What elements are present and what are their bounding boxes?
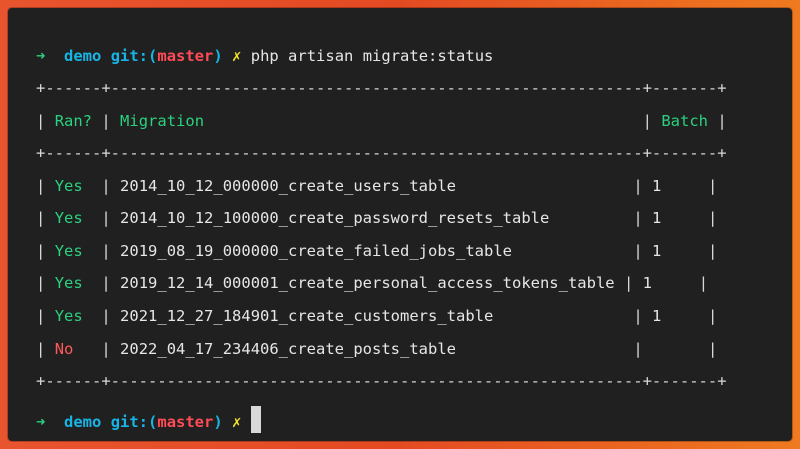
table-border-top: +------+--------------------------------… bbox=[36, 79, 727, 97]
row-ran: Yes bbox=[54, 209, 83, 227]
text-cursor[interactable] bbox=[250, 406, 261, 433]
row-migration: 2019_12_14_000001_create_personal_access… bbox=[120, 274, 615, 292]
row-migration: 2021_12_27_184901_create_customers_table bbox=[120, 307, 494, 325]
header-migration: Migration bbox=[120, 112, 205, 130]
table-row: | Yes | 2021_12_27_184901_create_custome… bbox=[36, 307, 718, 325]
prompt-git-close: ) bbox=[213, 47, 223, 65]
row-migration: 2022_04_17_234406_create_posts_table bbox=[120, 340, 456, 358]
table-row: | Yes | 2014_10_12_100000_create_passwor… bbox=[36, 209, 718, 227]
row-ran: Yes bbox=[54, 274, 83, 292]
prompt-arrow-icon: ➜ bbox=[36, 47, 46, 65]
prompt-dirty-icon: ✗ bbox=[232, 413, 242, 431]
prompt-arrow-icon: ➜ bbox=[36, 413, 46, 431]
terminal-window[interactable]: ➜ demo git:(master) ✗ php artisan migrat… bbox=[8, 8, 792, 441]
prompt-git-label: git:( bbox=[110, 47, 158, 65]
row-ran: No bbox=[54, 340, 74, 358]
table-row: | Yes | 2019_08_19_000000_create_failed_… bbox=[36, 242, 718, 260]
prompt-line-command: ➜ demo git:(master) ✗ php artisan migrat… bbox=[36, 46, 493, 66]
prompt-git-close: ) bbox=[213, 413, 223, 431]
prompt-git-label: git:( bbox=[110, 413, 158, 431]
row-ran: Yes bbox=[54, 242, 83, 260]
table-border-bottom: +------+--------------------------------… bbox=[36, 372, 727, 390]
table-border-header: +------+--------------------------------… bbox=[36, 144, 727, 162]
row-migration: 2014_10_12_000000_create_users_table bbox=[120, 177, 456, 195]
table-row: | No | 2022_04_17_234406_create_posts_ta… bbox=[36, 340, 718, 358]
prompt-line-current[interactable]: ➜ demo git:(master) ✗ bbox=[36, 406, 261, 433]
command-text: php artisan migrate:status bbox=[250, 47, 494, 65]
row-batch: 1 bbox=[652, 177, 662, 195]
row-migration: 2019_08_19_000000_create_failed_jobs_tab… bbox=[120, 242, 512, 260]
prompt-branch: master bbox=[157, 413, 214, 431]
row-ran: Yes bbox=[54, 307, 83, 325]
row-batch: 1 bbox=[642, 274, 653, 292]
table-row: | Yes | 2014_10_12_000000_create_users_t… bbox=[36, 177, 718, 195]
row-batch: 1 bbox=[652, 307, 662, 325]
table-row: | Yes | 2019_12_14_000001_create_persona… bbox=[36, 274, 709, 292]
row-batch: 1 bbox=[652, 209, 662, 227]
prompt-directory: demo bbox=[64, 413, 102, 431]
prompt-branch: master bbox=[157, 47, 214, 65]
header-batch: Batch bbox=[661, 112, 709, 130]
table-header-row: | Ran? | Migration | Batch | bbox=[36, 112, 727, 130]
row-migration: 2014_10_12_100000_create_password_resets… bbox=[120, 209, 550, 227]
prompt-directory: demo bbox=[64, 47, 102, 65]
header-ran: Ran? bbox=[54, 112, 93, 130]
prompt-dirty-icon: ✗ bbox=[232, 47, 242, 65]
row-ran: Yes bbox=[54, 177, 83, 195]
row-batch: 1 bbox=[652, 242, 662, 260]
